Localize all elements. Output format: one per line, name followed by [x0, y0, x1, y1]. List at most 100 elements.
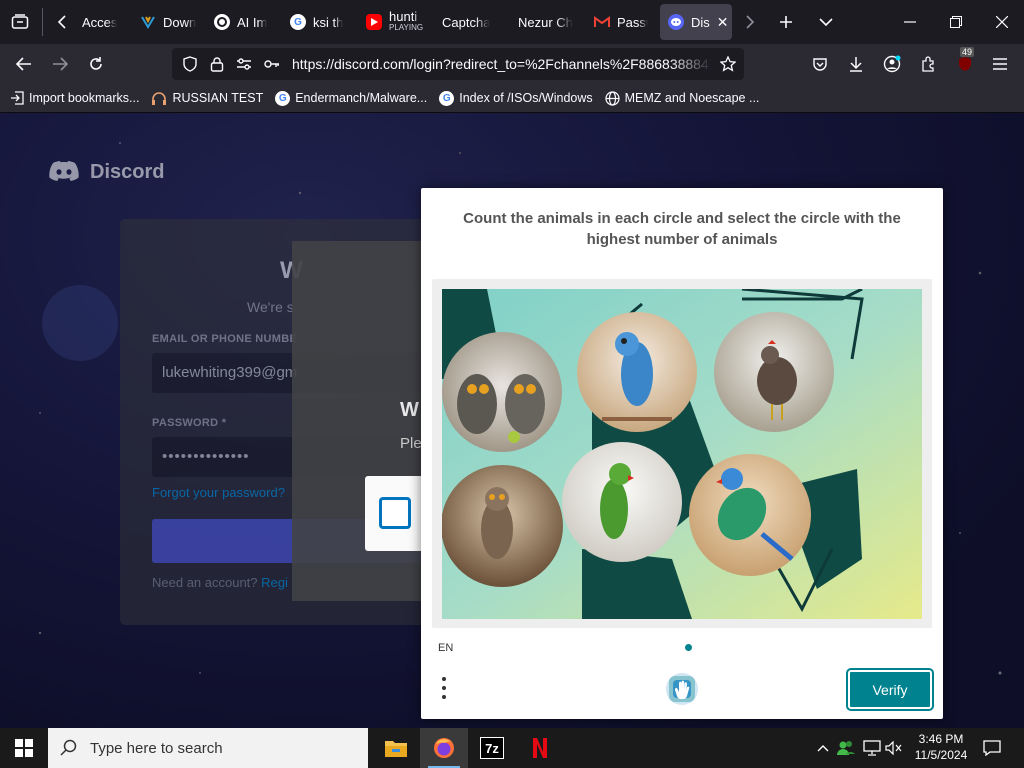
register-link[interactable]: Regi	[261, 575, 288, 590]
hcaptcha-challenge-modal: Count the animals in each circle and sel…	[421, 188, 943, 719]
tab-access[interactable]: Acces	[74, 4, 132, 40]
downloads-icon[interactable]	[846, 54, 866, 74]
language-selector[interactable]: EN	[438, 642, 453, 654]
extension-badge: 49	[960, 47, 975, 57]
bookmark-label: Endermanch/Malware...	[295, 91, 428, 105]
start-button[interactable]	[0, 728, 48, 768]
volume-muted-icon[interactable]	[884, 738, 904, 758]
tab-ai-image[interactable]: AI Im	[206, 4, 278, 40]
url-text[interactable]: https://discord.com/login?redirect_to=%2…	[292, 56, 712, 72]
bookmark-import[interactable]: Import bookmarks...	[10, 91, 139, 105]
tab-label: Acces	[82, 14, 118, 30]
bookmark-star-icon[interactable]	[720, 56, 736, 72]
tab-label: ksi th	[313, 14, 344, 30]
ublock-extension-icon[interactable]: 49	[954, 47, 976, 74]
tab-scroll-right-icon[interactable]	[740, 12, 760, 32]
bookmark-label: Index of /ISOs/Windows	[459, 91, 593, 105]
hcaptcha-checkbox-widget	[365, 476, 425, 551]
animal-circle-6[interactable]	[689, 454, 811, 576]
vs-icon	[140, 14, 156, 30]
ai-icon	[214, 14, 230, 30]
show-hidden-icons-chevron-icon[interactable]	[814, 738, 832, 758]
back-icon[interactable]	[14, 54, 34, 74]
search-icon	[60, 739, 77, 756]
more-options-icon[interactable]	[441, 676, 447, 700]
7zip-icon[interactable]: 7z	[468, 728, 516, 768]
key-icon[interactable]	[264, 58, 280, 70]
page-indicator-dot	[685, 644, 692, 651]
menu-hamburger-icon[interactable]	[990, 54, 1010, 74]
network-icon[interactable]	[862, 738, 882, 758]
new-tab-icon[interactable]	[776, 12, 796, 32]
challenge-image[interactable]	[442, 289, 922, 619]
tracking-protection-icon[interactable]	[182, 56, 198, 72]
bookmark-label: RUSSIAN TEST	[172, 91, 264, 105]
clock-date: 11/5/2024	[914, 748, 968, 762]
tab-label: AI Im	[237, 14, 268, 30]
challenge-image-frame	[432, 279, 932, 628]
tab-manager-icon[interactable]	[10, 12, 30, 32]
taskbar-search-box[interactable]: Type here to search	[48, 728, 368, 768]
file-explorer-icon[interactable]	[372, 728, 420, 768]
overlay-heading: W	[400, 399, 419, 421]
tab-youtube[interactable]: hunti PLAYING	[358, 4, 430, 40]
bookmark-memz[interactable]: MEMZ and Noescape ...	[605, 90, 760, 106]
people-icon[interactable]	[836, 738, 856, 758]
bookmark-endermanch[interactable]: G Endermanch/Malware...	[275, 90, 428, 106]
minimize-icon[interactable]	[900, 12, 920, 32]
hcaptcha-checkbox[interactable]	[379, 497, 411, 529]
forward-icon[interactable]	[50, 54, 70, 74]
tab-label: Passw	[617, 14, 648, 30]
forgot-password-link[interactable]: Forgot your password?	[152, 485, 285, 500]
tab-captcha[interactable]: Captcha	[434, 4, 506, 40]
pocket-icon[interactable]	[810, 54, 830, 74]
close-window-icon[interactable]	[992, 12, 1012, 32]
account-icon[interactable]	[882, 54, 902, 74]
playing-indicator: PLAYING	[389, 23, 424, 32]
bookmark-russian-test[interactable]: RUSSIAN TEST	[151, 91, 263, 105]
animal-circle-3[interactable]	[714, 312, 834, 432]
divider	[42, 8, 43, 36]
svg-text:7z: 7z	[485, 741, 499, 756]
animal-circle-2[interactable]	[577, 312, 697, 432]
email-label: EMAIL OR PHONE NUMBE	[152, 333, 298, 345]
tab-bar: Acces Down AI Im G ksi th hunti PLAYING …	[0, 0, 1024, 44]
bookmark-isos-windows[interactable]: G Index of /ISOs/Windows	[439, 90, 593, 106]
tab-scroll-left-icon[interactable]	[52, 12, 72, 32]
discord-icon	[668, 14, 684, 30]
list-all-tabs-icon[interactable]	[816, 12, 836, 32]
tab-discord[interactable]: Dis ✕	[660, 4, 732, 40]
import-icon	[10, 91, 24, 105]
tab-label: Nezur Ch	[518, 14, 573, 30]
lock-icon[interactable]	[210, 56, 224, 72]
system-clock[interactable]: 3:46 PM 11/5/2024	[908, 731, 974, 763]
tab-ksi[interactable]: G ksi th	[282, 4, 352, 40]
animal-circle-4[interactable]	[442, 465, 563, 587]
url-bar[interactable]: https://discord.com/login?redirect_to=%2…	[172, 48, 744, 80]
permissions-icon[interactable]	[236, 57, 252, 71]
tab-nezur[interactable]: Nezur Ch	[510, 4, 584, 40]
bookmark-label: MEMZ and Noescape ...	[624, 91, 760, 105]
reload-icon[interactable]	[86, 54, 106, 74]
verify-button[interactable]: Verify	[846, 668, 934, 711]
overlay-text: Ple	[400, 435, 422, 452]
welcome-subtitle: We're s	[247, 299, 294, 315]
tab-downloads[interactable]: Down	[132, 4, 204, 40]
notifications-icon[interactable]	[982, 738, 1002, 758]
discord-wordmark: Discord	[90, 160, 165, 183]
challenge-prompt: Count the animals in each circle and sel…	[463, 210, 901, 248]
bookmark-label: Import bookmarks...	[29, 91, 140, 105]
netflix-icon[interactable]	[516, 728, 564, 768]
google-icon: G	[290, 14, 306, 30]
animal-circle-5[interactable]	[562, 442, 682, 562]
firefox-icon[interactable]	[420, 728, 468, 768]
headphones-icon	[151, 91, 167, 105]
close-tab-icon[interactable]: ✕	[717, 14, 729, 31]
restore-icon[interactable]	[946, 12, 966, 32]
hcaptcha-logo-icon	[665, 672, 699, 706]
tab-gmail[interactable]: Passw	[586, 4, 656, 40]
extensions-icon[interactable]	[918, 54, 938, 74]
animal-circle-1[interactable]	[442, 332, 562, 452]
register-prompt: Need an account?	[152, 575, 258, 590]
discord-icon	[49, 161, 79, 181]
